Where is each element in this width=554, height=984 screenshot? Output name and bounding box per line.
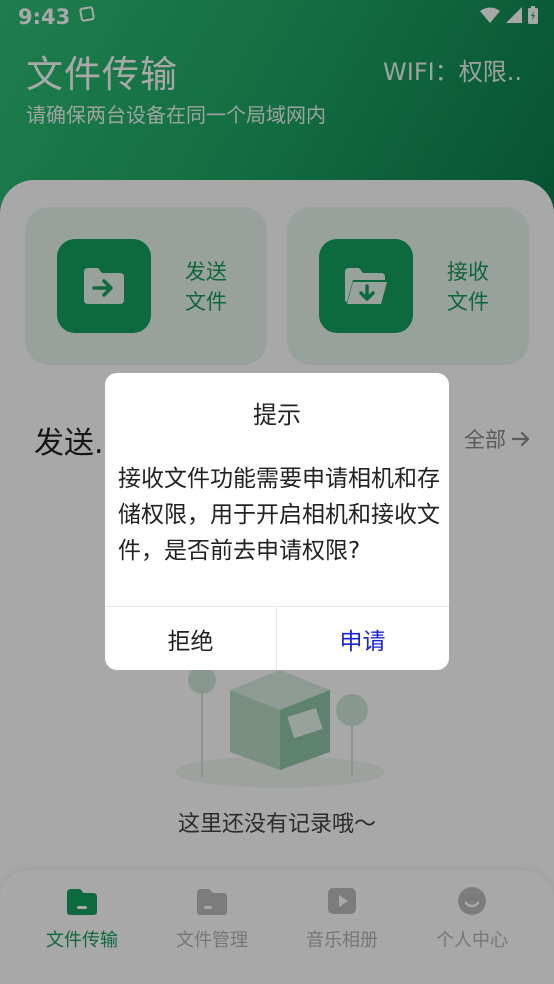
dialog-message: 接收文件功能需要申请相机和存储权限，用于开启相机和接收文件，是否前去申请权限? <box>118 466 440 564</box>
dialog-title: 提示 <box>253 401 301 429</box>
apply-button[interactable]: 申请 <box>277 607 448 670</box>
permission-dialog: 提示 接收文件功能需要申请相机和存储权限，用于开启相机和接收文件，是否前去申请权… <box>105 373 449 670</box>
reject-button[interactable]: 拒绝 <box>105 607 276 670</box>
